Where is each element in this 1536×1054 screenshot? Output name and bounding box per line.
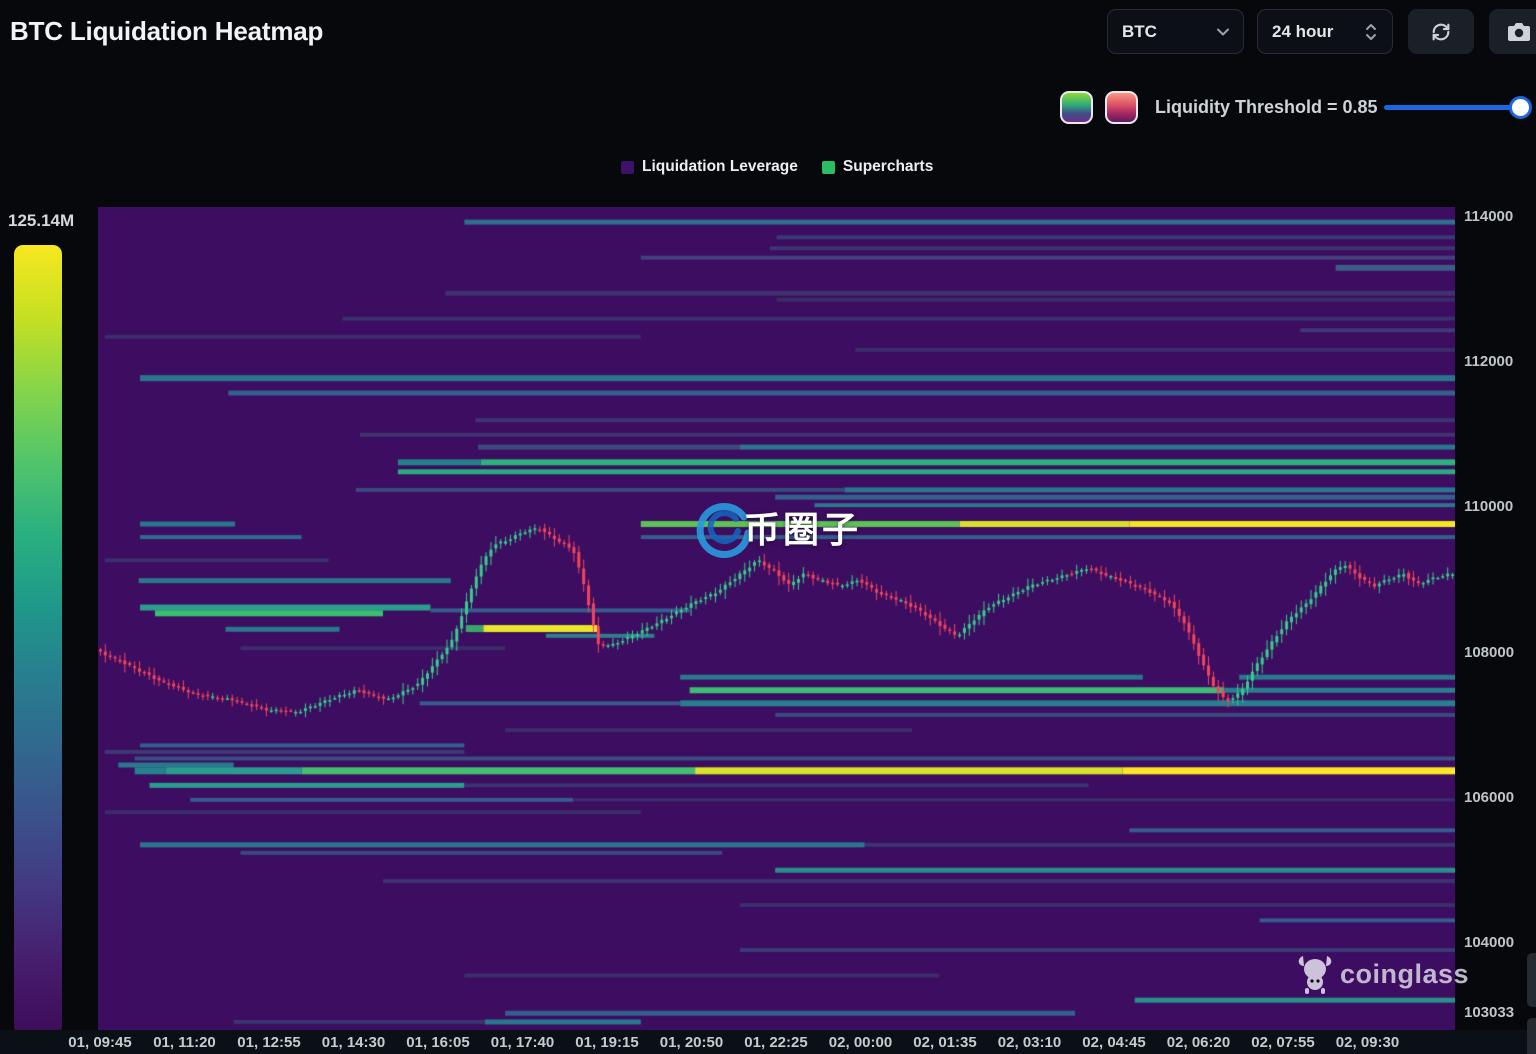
threshold-slider-thumb[interactable] [1509,96,1532,119]
colorbar [14,245,62,1035]
legend-label: Supercharts [843,158,933,176]
scrollbar-thumb[interactable] [1527,953,1536,1007]
caret-down-icon [1217,28,1229,36]
liquidation-heatmap-canvas[interactable] [98,207,1455,1030]
x-axis-label: 01, 12:55 [237,1034,300,1051]
x-axis-label: 01, 20:50 [660,1034,723,1051]
watermark-text: 币圈子 [744,501,861,553]
x-axis-label: 02, 03:10 [998,1034,1061,1051]
x-axis-label: 02, 09:30 [1336,1034,1399,1051]
x-axis-label: 01, 19:15 [575,1034,638,1051]
legend-swatch-green [822,161,835,174]
x-axis-label: 01, 14:30 [322,1034,385,1051]
x-axis-label: 01, 16:05 [406,1034,469,1051]
x-axis-label: 02, 06:20 [1167,1034,1230,1051]
y-axis-label: 103033 [1464,1004,1514,1021]
watermark: 币圈子 [692,495,861,559]
threshold-value: 0.85 [1343,97,1378,117]
page-title: BTC Liquidation Heatmap [10,16,323,47]
x-axis-label: 02, 07:55 [1251,1034,1314,1051]
interval-stepper[interactable]: 24 hour [1257,9,1393,54]
refresh-button[interactable] [1408,9,1474,54]
legend-label: Liquidation Leverage [642,158,798,176]
refresh-icon [1430,21,1452,43]
legend-swatch-purple [621,161,634,174]
y-axis-label: 106000 [1464,789,1514,806]
legend-item-supercharts[interactable]: Supercharts [822,158,933,176]
y-axis-label: 104000 [1464,934,1514,951]
y-axis-label: 110000 [1464,498,1513,515]
scrollbar-thumb[interactable] [1527,1018,1536,1054]
colorbar-max-label: 125.14M [8,211,74,231]
threshold-label: Liquidity Threshold = 0.85 [1155,97,1378,118]
x-axis-label: 01, 22:25 [744,1034,807,1051]
x-axis-label: 02, 00:00 [829,1034,892,1051]
legend: Liquidation Leverage Supercharts [621,158,933,176]
interval-value: 24 hour [1272,22,1333,42]
threshold-label-text: Liquidity Threshold = [1155,97,1338,117]
camera-icon [1507,20,1531,44]
y-axis-label: 112000 [1464,353,1513,370]
legend-item-liquidation-leverage[interactable]: Liquidation Leverage [621,158,798,176]
gradient-swatch-green[interactable] [1060,91,1093,124]
coinglass-brand: coinglass [1297,954,1469,994]
symbol-select-value: BTC [1122,22,1157,42]
symbol-select[interactable]: BTC [1107,9,1244,54]
coinglass-logo-icon [1297,954,1333,994]
coinglass-brand-text: coinglass [1340,959,1469,990]
chevron-up-down-icon [1364,22,1378,42]
threshold-slider[interactable] [1384,105,1527,110]
y-axis-label: 114000 [1464,208,1513,225]
x-axis-label: 01, 11:20 [153,1034,216,1051]
screenshot-button[interactable] [1489,9,1536,54]
x-axis-label: 01, 17:40 [491,1034,554,1051]
gradient-swatch-red[interactable] [1105,91,1138,124]
x-axis-label: 02, 01:35 [913,1034,976,1051]
y-axis-label: 108000 [1464,644,1514,661]
x-axis-label: 01, 09:45 [68,1034,131,1051]
x-axis-label: 02, 04:45 [1082,1034,1145,1051]
